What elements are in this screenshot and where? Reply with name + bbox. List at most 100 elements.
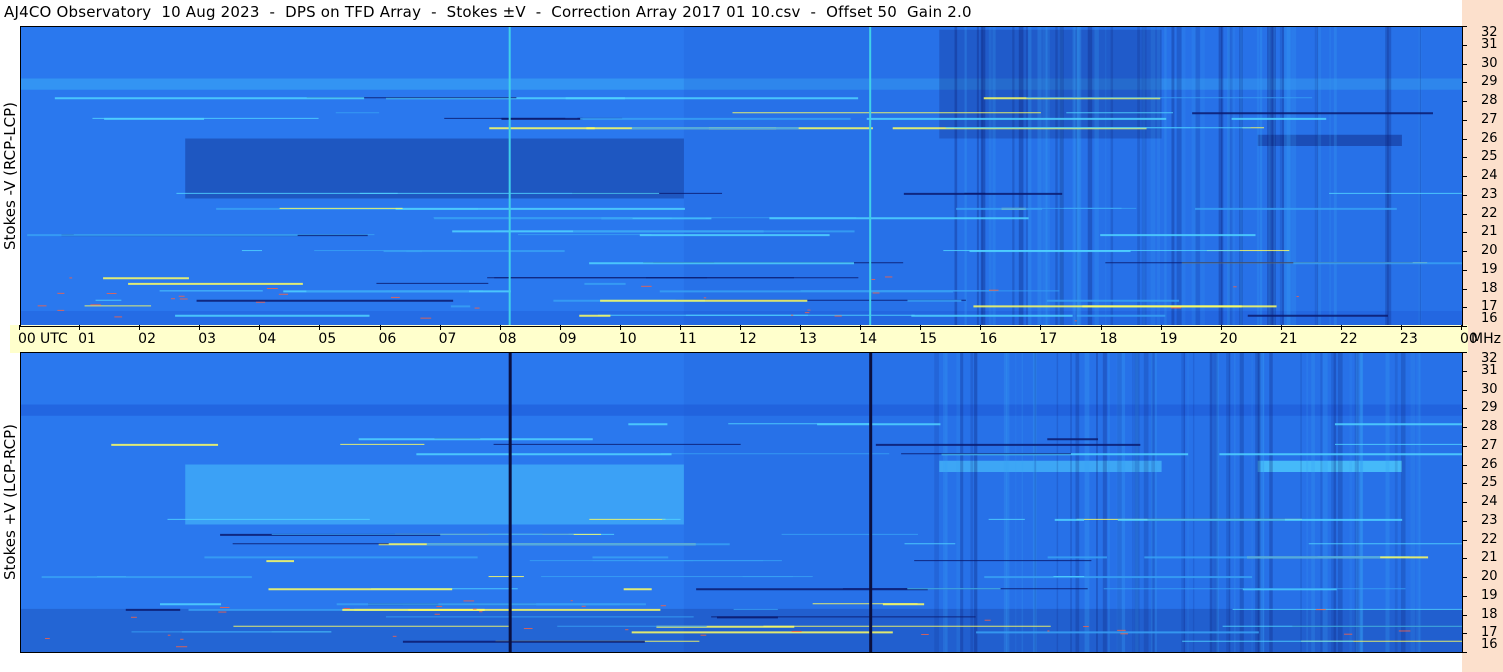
spectrogram-vertical-streak [1028,26,1032,326]
interference-line [358,438,593,441]
utc-tick [800,325,802,330]
spectrogram-vertical-streak [1291,26,1297,326]
spectrogram-vertical-streak [1273,26,1275,326]
frequency-tick-label: 32 [1481,351,1498,366]
spectrogram-vertical-streak [1075,352,1080,652]
spectrogram-vertical-streak [1333,26,1337,326]
spectrogram-vertical-streak [1255,352,1259,652]
spectrogram-vertical-streak [1269,352,1273,652]
interference-line [450,305,471,308]
interference-line [976,631,1259,634]
spectrogram-vertical-streak [1110,26,1114,326]
utc-tick-label: 21 [1279,331,1298,347]
frequency-tick [1462,157,1467,159]
frequency-tick [1462,520,1467,522]
spectrogram-vertical-streak [1239,26,1243,326]
frequency-tick [1462,63,1467,65]
interference-line [27,234,298,237]
interference-line [1222,625,1462,627]
interference-spark [641,285,652,287]
interference-line [385,616,694,618]
spectrogram-vertical-streak [1084,352,1090,652]
interference-line [488,576,524,578]
interference-spark [175,646,188,648]
spectrogram-vertical-streak [1226,352,1230,652]
interference-line [1054,518,1085,521]
frequency-tick-label: 25 [1481,475,1498,491]
interference-line [866,117,1167,120]
interference-line [580,117,851,120]
interference-spark [1170,307,1182,309]
interference-line [159,290,263,292]
frequency-tick [1462,502,1467,503]
chart-title: AJ4CO Observatory 10 Aug 2023 - DPS on T… [4,3,972,21]
utc-marker-line [869,352,873,652]
interference-line [314,250,462,252]
spectrogram-vertical-streak [976,26,979,326]
interference-line [131,631,272,633]
bottom-panel-ylabel: Stokes +V (LCP-RCP) [1,424,19,580]
utc-tick-label: 17 [1039,331,1058,347]
interference-spark [804,312,810,314]
utc-tick-label: 01 [78,331,96,347]
interference-spark [921,633,929,635]
interference-spark [872,292,880,294]
interference-line [639,234,830,237]
utc-tick-label: 22 [1339,331,1358,347]
utc-time-axis: 00 01 02 03 04 05 06 07 08 09 10 11 12 13 14 15 16 17 18 19… [10,325,1501,353]
interference-line [1047,556,1107,559]
interference-spark [1117,629,1126,631]
frequency-tick-label: 24 [1481,168,1498,183]
frequency-tick [1462,119,1467,121]
interference-spark [523,628,533,630]
interference-spark [180,638,184,640]
spectrogram-vertical-streak [1151,352,1153,652]
spectrogram-vertical-streak [1234,352,1236,652]
utc-tick [499,325,501,330]
interference-line [529,560,694,562]
spectrogram-vertical-streak [1251,352,1253,652]
interference-line [1334,423,1462,426]
utc-tick-label: 08 [498,331,517,347]
spectrogram-vertical-streak [1015,352,1017,652]
interference-line [1232,608,1462,610]
spectrogram-vertical-streak [1419,26,1421,326]
spectrogram-vertical-streak [1042,26,1046,326]
spectrogram-vertical-streak [1045,26,1050,326]
interference-line [984,576,1253,579]
interference-line [914,560,1092,562]
spectrogram-vertical-streak [970,352,974,652]
interference-line [988,518,1025,520]
spectrogram-vertical-streak [1176,26,1182,326]
interference-spark [1315,609,1326,611]
spectrogram-zone [1257,460,1402,472]
interference-spark [420,317,432,319]
interference-spark [44,638,50,640]
utc-tick [79,325,81,330]
interference-line [907,588,1001,590]
utc-tick [1160,325,1162,330]
frequency-tick [1462,652,1467,653]
utc-tick [1340,325,1342,330]
spectrogram-vertical-streak [1150,26,1156,326]
spectrogram-vertical-streak [1105,26,1107,326]
spectrogram-vertical-streak [1221,26,1224,326]
spectrogram-top [20,26,1462,326]
spectrogram-vertical-streak [1026,26,1028,326]
utc-tick [980,325,982,330]
interference-line [204,556,478,559]
spectrogram-vertical-streak [1087,26,1093,326]
mhz-label: MHz [1471,331,1501,347]
interference-line [943,250,1240,252]
spectrogram-vertical-streak [1337,352,1343,652]
utc-tick [679,325,681,330]
interference-line [271,533,574,535]
spectrogram-zone [683,352,1462,652]
interference-spark [479,611,483,613]
interference-line [628,423,668,426]
interference-line [907,299,962,302]
spectrogram-vertical-streak [1209,352,1213,652]
spectrogram-vertical-streak [1256,26,1260,326]
interference-line [579,314,611,317]
interference-spark [791,630,802,632]
